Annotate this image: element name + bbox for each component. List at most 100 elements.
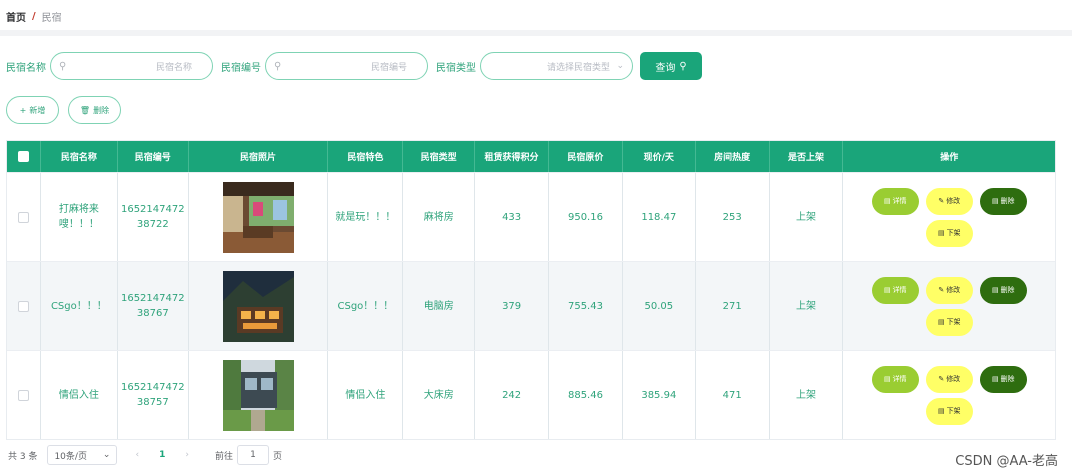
doc-icon: ▤: [883, 374, 891, 383]
delete-button[interactable]: ▤ 删除: [979, 276, 1027, 304]
doc-icon: ▤: [937, 406, 945, 415]
header-code: 民宿编号: [118, 141, 189, 172]
prev-page-icon[interactable]: ‹: [135, 450, 139, 460]
cell-code: 1652147472 38767: [118, 262, 189, 350]
cell-points: 433: [475, 173, 550, 261]
homestay-table: 民宿名称 民宿编号 民宿照片 民宿特色 民宿类型 租赁获得积分 民宿原价 现价/…: [6, 140, 1056, 440]
doc-icon: ▤: [937, 228, 945, 237]
table-row: CSgo！！！ 1652147472 38767 CSgo！！！ 电脑房 379…: [7, 261, 1055, 350]
unpublish-label: 下架: [946, 406, 961, 415]
header-divider: [0, 30, 1072, 36]
chevron-down-icon: ⌄: [616, 61, 624, 71]
jump-page-input[interactable]: 1: [236, 445, 269, 465]
cell-type: 麻将房: [403, 173, 476, 261]
unpublish-button[interactable]: ▤ 下架: [925, 397, 973, 425]
cell-original-price: 755.43: [549, 262, 623, 350]
cell-current-price: 385.94: [623, 351, 696, 439]
cell-feature: 就是玩！！！: [328, 173, 404, 261]
header-heat: 房间热度: [696, 141, 770, 172]
row-checkbox[interactable]: [17, 300, 29, 312]
type-select[interactable]: 请选择民宿类型 ⌄: [480, 52, 633, 80]
cell-original-price: 885.46: [549, 351, 623, 439]
doc-icon: ▤: [883, 285, 891, 294]
row-select-cell: [7, 351, 41, 439]
header-select-all[interactable]: [7, 141, 41, 172]
row-checkbox[interactable]: [17, 389, 29, 401]
header-name: 民宿名称: [41, 141, 118, 172]
code-search-input[interactable]: ⚲ 民宿编号: [265, 52, 428, 80]
cell-heat: 471: [696, 351, 770, 439]
cell-type: 电脑房: [403, 262, 476, 350]
batch-delete-button[interactable]: 🗑 删除: [68, 96, 121, 124]
edit-label: 修改: [946, 196, 961, 205]
edit-label: 修改: [946, 285, 961, 294]
detail-button[interactable]: ▤ 详情: [871, 365, 919, 393]
name-label: 民宿名称: [6, 62, 46, 74]
pagination: 共 3 条 10条/页 ⌄ ‹ 1 › 前往 1 页: [8, 445, 282, 465]
edit-label: 修改: [946, 374, 961, 383]
cell-published: 上架: [770, 262, 844, 350]
unpublish-label: 下架: [946, 317, 961, 326]
trash-icon: ▤: [991, 374, 999, 383]
delete-label: 删除: [93, 105, 110, 115]
cell-current-price: 50.05: [623, 262, 696, 350]
doc-icon: ▤: [937, 317, 945, 326]
homestay-photo: [222, 270, 294, 342]
header-operations: 操作: [940, 153, 959, 163]
page-size-select[interactable]: 10条/页 ⌄: [47, 445, 118, 465]
unpublish-label: 下架: [946, 228, 961, 237]
edit-button[interactable]: ✎ 修改: [925, 187, 973, 215]
breadcrumb-home[interactable]: 首页: [6, 9, 26, 24]
cell-operations: ▤ 详情 ✎ 修改 ▤ 删除 ▤ 下架: [843, 173, 1055, 261]
cell-feature: 情侣入住: [328, 351, 404, 439]
add-button[interactable]: + 新增: [6, 96, 59, 124]
unpublish-button[interactable]: ▤ 下架: [925, 308, 973, 336]
detail-label: 详情: [892, 285, 907, 294]
trash-icon: 🗑: [79, 105, 91, 115]
cell-points: 242: [475, 351, 550, 439]
next-page-icon[interactable]: ›: [185, 450, 189, 460]
cell-published: 上架: [770, 173, 844, 261]
page-number[interactable]: 1: [159, 450, 165, 460]
header-feature: 民宿特色: [328, 141, 404, 172]
cell-code: 1652147472 38757: [118, 351, 189, 439]
search-bar: 民宿名称 ⚲ 民宿名称 民宿编号 ⚲ 民宿编号 民宿类型 请选择民宿类型 ⌄ 查…: [6, 52, 702, 80]
select-all-checkbox[interactable]: [17, 151, 29, 162]
unpublish-button[interactable]: ▤ 下架: [925, 219, 973, 247]
query-button[interactable]: 查询 ⚲: [640, 52, 702, 80]
homestay-photo: [222, 359, 294, 431]
edit-button[interactable]: ✎ 修改: [925, 276, 973, 304]
edit-button[interactable]: ✎ 修改: [925, 365, 973, 393]
cell-original-price: 950.16: [549, 173, 623, 261]
breadcrumb-separator: /: [32, 10, 36, 22]
delete-label: 删除: [1000, 374, 1015, 383]
cell-published: 上架: [770, 351, 844, 439]
header-points: 租赁获得积分: [475, 141, 549, 172]
type-label: 民宿类型: [436, 62, 476, 74]
table-row: 情侣入住 1652147472 38757 情侣入住 大床房 242 885.4…: [7, 350, 1055, 439]
plus-icon: +: [19, 105, 27, 115]
cell-photo: [189, 262, 329, 350]
row-select-cell: [7, 262, 41, 350]
header-original-price: 民宿原价: [549, 141, 623, 172]
type-placeholder: 请选择民宿类型: [546, 62, 610, 73]
delete-label: 删除: [1000, 285, 1015, 294]
cell-current-price: 118.47: [623, 173, 696, 261]
code-placeholder: 民宿编号: [370, 62, 407, 73]
detail-button[interactable]: ▤ 详情: [871, 187, 919, 215]
delete-button[interactable]: ▤ 删除: [979, 187, 1027, 215]
detail-button[interactable]: ▤ 详情: [871, 276, 919, 304]
breadcrumb-current: 民宿: [41, 12, 62, 24]
watermark: CSDN @AA-老高: [955, 454, 1058, 469]
pencil-icon: ✎: [938, 374, 945, 383]
name-search-input[interactable]: ⚲ 民宿名称: [50, 52, 213, 80]
cell-points: 379: [475, 262, 550, 350]
total-count: 共 3 条: [8, 451, 38, 462]
doc-icon: ▤: [883, 196, 891, 205]
homestay-photo: [222, 181, 294, 253]
delete-button[interactable]: ▤ 删除: [979, 365, 1027, 393]
table-row: 打麻将来嗖！！！ 1652147472 38722 就是玩！！！ 麻将房 433…: [7, 172, 1055, 261]
search-icon: ⚲: [274, 60, 282, 72]
row-checkbox[interactable]: [17, 211, 29, 223]
pencil-icon: ✎: [938, 285, 945, 294]
